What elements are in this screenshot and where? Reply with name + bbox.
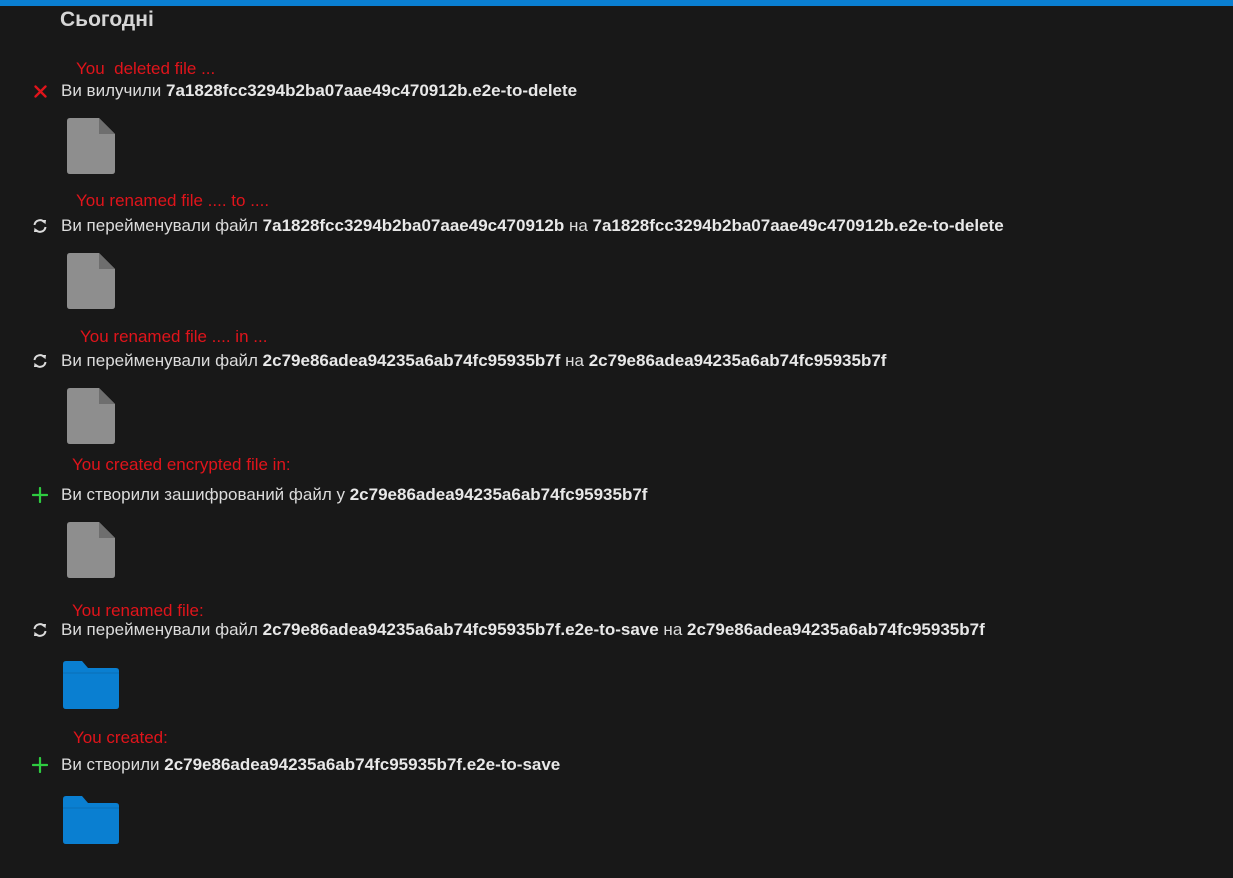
activity-text: Ви створили зашифрований файл у 2c79e86a… <box>61 485 647 505</box>
activity-text: Ви перейменували файл 7a1828fcc3294b2ba0… <box>61 216 1004 236</box>
activity-file-name-new: 2c79e86adea94235a6ab74fc95935b7f <box>687 620 985 639</box>
activity-text: Ви створили 2c79e86adea94235a6ab74fc9593… <box>61 755 560 775</box>
activity-file-name-new: 7a1828fcc3294b2ba07aae49c470912b.e2e-to-… <box>592 216 1004 235</box>
activity-file-name: 7a1828fcc3294b2ba07aae49c470912b.e2e-to-… <box>166 81 578 100</box>
activity-file-name: 2c79e86adea94235a6ab74fc95935b7f.e2e-to-… <box>262 620 659 639</box>
activity-connector: на <box>658 620 687 639</box>
activity-verb: Ви перейменували файл <box>61 620 263 639</box>
plus-icon <box>30 755 50 775</box>
file-thumbnail[interactable] <box>67 522 115 583</box>
activity-file-name: 2c79e86adea94235a6ab74fc95935b7f <box>262 351 561 370</box>
folder-icon <box>63 661 119 709</box>
activity-verb: Ви створили <box>61 755 165 774</box>
annotation-label: You renamed file: <box>72 601 204 620</box>
file-thumbnail[interactable] <box>67 118 115 179</box>
activity-file-name: 7a1828fcc3294b2ba07aae49c470912b <box>262 216 565 235</box>
activity-item: Ви створили зашифрований файл у 2c79e86a… <box>30 484 647 506</box>
activity-connector: на <box>564 216 593 235</box>
file-icon <box>67 118 115 174</box>
activity-file-name-new: 2c79e86adea94235a6ab74fc95935b7f <box>588 351 887 370</box>
activity-item: Ви вилучили 7a1828fcc3294b2ba07aae49c470… <box>30 80 577 102</box>
activity-verb: Ви перейменували файл <box>61 216 263 235</box>
file-icon <box>67 388 115 444</box>
activity-text: Ви вилучили 7a1828fcc3294b2ba07aae49c470… <box>61 81 577 101</box>
activity-item: Ви перейменували файл 7a1828fcc3294b2ba0… <box>30 215 1004 237</box>
activity-text: Ви перейменували файл 2c79e86adea94235a6… <box>61 351 886 371</box>
activity-verb: Ви створили зашифрований файл у <box>61 485 350 504</box>
activity-item: Ви перейменували файл 2c79e86adea94235a6… <box>30 619 985 641</box>
x-icon <box>30 81 50 101</box>
folder-thumbnail[interactable] <box>63 661 119 714</box>
annotation-label: You deleted file ... <box>76 59 216 78</box>
file-icon <box>67 253 115 309</box>
folder-thumbnail[interactable] <box>63 796 119 849</box>
sync-icon <box>30 620 50 640</box>
section-title: Сьогодні <box>60 8 154 31</box>
annotation-label: You renamed file .... to .... <box>76 191 270 210</box>
top-accent-bar <box>0 0 1233 6</box>
activity-text: Ви перейменували файл 2c79e86adea94235a6… <box>61 620 985 640</box>
folder-icon <box>63 796 119 844</box>
activity-item: Ви створили 2c79e86adea94235a6ab74fc9593… <box>30 754 560 776</box>
file-thumbnail[interactable] <box>67 388 115 449</box>
activity-file-name: 2c79e86adea94235a6ab74fc95935b7f <box>349 485 648 504</box>
annotation-label: You created encrypted file in: <box>72 455 291 474</box>
file-icon <box>67 522 115 578</box>
plus-icon <box>30 485 50 505</box>
annotation-label: You renamed file .... in ... <box>80 327 268 346</box>
activity-verb: Ви перейменували файл <box>61 351 263 370</box>
annotation-label: You created: <box>73 728 168 747</box>
activity-item: Ви перейменували файл 2c79e86adea94235a6… <box>30 350 886 372</box>
activity-verb: Ви вилучили <box>61 81 166 100</box>
sync-icon <box>30 351 50 371</box>
activity-connector: на <box>560 351 589 370</box>
sync-icon <box>30 216 50 236</box>
file-thumbnail[interactable] <box>67 253 115 314</box>
activity-file-name: 2c79e86adea94235a6ab74fc95935b7f.e2e-to-… <box>164 755 561 774</box>
